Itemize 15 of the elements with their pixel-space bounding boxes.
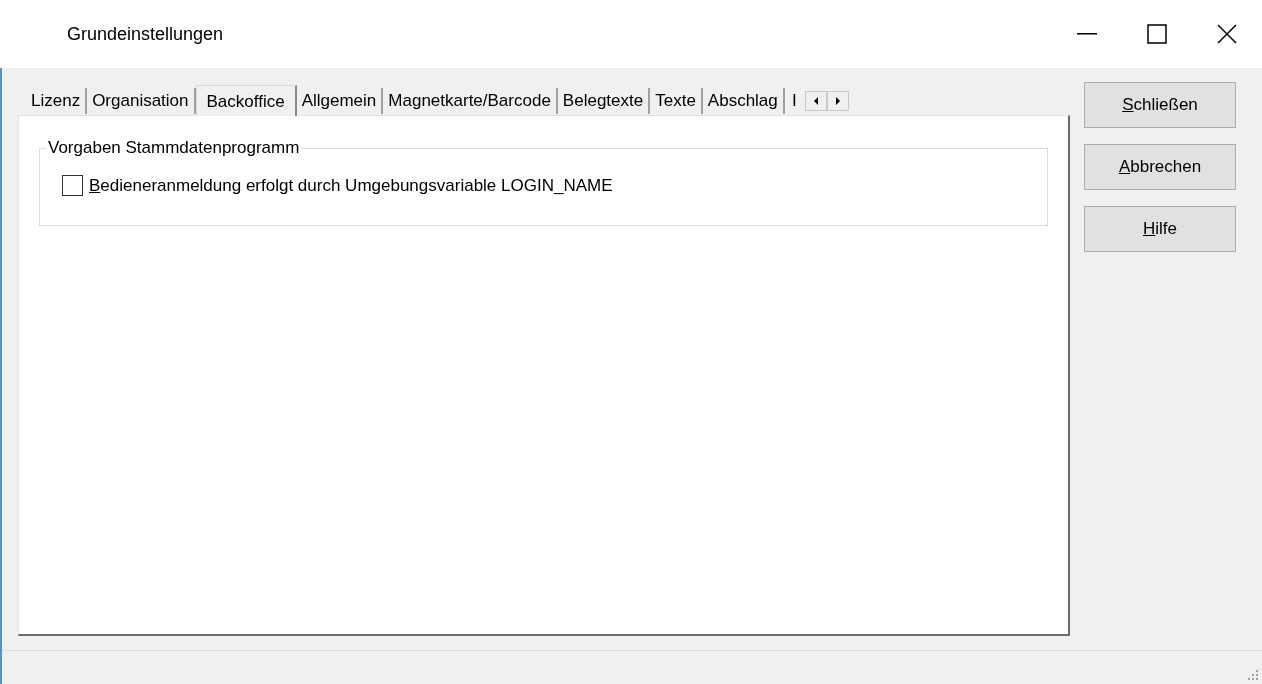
left-arrow-icon [813, 97, 818, 105]
checkbox-label[interactable]: Bedieneranmeldung erfolgt durch Umgebungsvariable LOGIN_NAME [89, 173, 613, 199]
window-title: Grundeinstellungen [67, 22, 225, 46]
resize-grip-icon[interactable] [1248, 670, 1258, 680]
checkbox[interactable] [62, 175, 83, 197]
dialog-button[interactable]: Hilfe [1084, 206, 1236, 252]
maximize-icon [1147, 24, 1167, 44]
dialog-button[interactable]: Abbrechen [1084, 144, 1236, 190]
minimize-icon [1077, 33, 1097, 35]
right-arrow-icon [835, 97, 840, 105]
close-icon [1217, 24, 1237, 44]
scroll-left-button[interactable] [804, 91, 827, 111]
dialog-button[interactable]: Schließen [1084, 82, 1236, 128]
scroll-right-button[interactable] [826, 91, 849, 111]
tab[interactable]: Backoffice [195, 85, 297, 116]
